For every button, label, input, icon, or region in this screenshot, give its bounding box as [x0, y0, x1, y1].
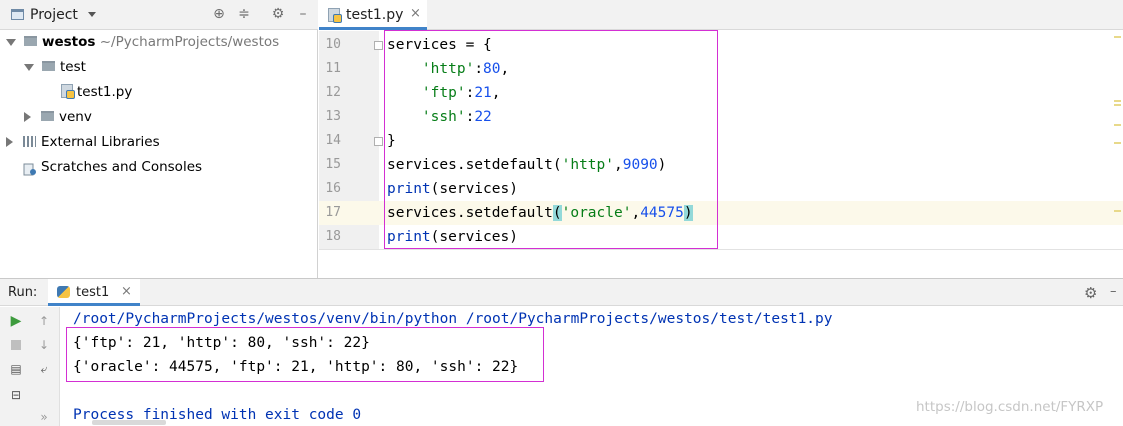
tree-item-label: venv [59, 109, 92, 125]
more-icon[interactable]: » [34, 407, 54, 426]
chevron-down-icon[interactable] [88, 12, 96, 17]
fold-icon[interactable] [374, 137, 383, 146]
folder-icon [42, 61, 55, 71]
gear-icon[interactable]: ⚙ [1084, 284, 1097, 302]
pin-icon[interactable]: ⊟ [6, 385, 26, 405]
line-number: 10 [325, 37, 341, 52]
editor-tab-bar: test1.py × [319, 0, 1123, 30]
expand-icon[interactable] [24, 112, 31, 122]
run-tab-test1[interactable]: test1 × [48, 279, 140, 306]
tree-item-label: test1.py [77, 84, 133, 100]
line-number: 12 [325, 85, 341, 100]
run-header: Run: test1 × ⚙ – [0, 279, 1123, 306]
tree-item-scratches[interactable]: Scratches and Consoles [23, 155, 202, 180]
line-number: 13 [325, 109, 341, 124]
run-label: Run: [8, 285, 38, 300]
gear-icon[interactable]: ⚙ [270, 6, 286, 22]
project-view-selector[interactable]: Project [30, 7, 78, 23]
crosshair-icon[interactable]: ⊕ [211, 6, 227, 22]
folder-icon [24, 36, 37, 46]
stop-icon[interactable] [6, 335, 26, 355]
editor-bottom-border [319, 249, 1123, 250]
line-number: 18 [325, 229, 341, 244]
minimize-icon[interactable]: – [1110, 284, 1117, 299]
horizontal-scrollbar[interactable] [92, 420, 166, 425]
folder-icon [11, 9, 24, 20]
project-header: Project ⊕ ≑ ⚙ – [0, 0, 318, 30]
python-file-icon [328, 8, 342, 23]
run-toolbar: ▶ ↑ ↓ ▤ ⤶ ⊟ » [0, 307, 60, 426]
line-number: 17 [325, 205, 341, 220]
folder-icon [41, 111, 54, 121]
wrap-icon[interactable]: ⤶ [34, 359, 54, 379]
minimize-icon[interactable]: – [295, 6, 311, 22]
run-tab-label: test1 [76, 285, 110, 300]
tree-item-westos[interactable]: westos ~/PycharmProjects/westos [6, 30, 279, 55]
down-arrow-icon[interactable]: ↓ [34, 335, 54, 355]
close-icon[interactable]: × [121, 284, 132, 299]
python-file-icon [61, 84, 75, 99]
tree-item-label: test [60, 59, 86, 75]
close-icon[interactable]: × [410, 6, 421, 21]
line-number: 11 [325, 61, 341, 76]
tree-item-external-libraries[interactable]: External Libraries [6, 130, 160, 155]
up-arrow-icon[interactable]: ↑ [34, 311, 54, 331]
scratches-icon [23, 160, 36, 175]
tree-item-label: External Libraries [41, 134, 160, 150]
tree-item-venv[interactable]: venv [24, 105, 92, 130]
tab-label: test1.py [346, 7, 404, 23]
tree-item-label: westos [42, 34, 96, 50]
fold-icon[interactable] [374, 41, 383, 50]
python-icon [57, 286, 70, 298]
layout-icon[interactable]: ▤ [6, 359, 26, 379]
tree-item-test[interactable]: test [24, 55, 86, 80]
expand-icon[interactable] [6, 137, 13, 147]
tab-test1-py[interactable]: test1.py × [319, 0, 427, 30]
tree-item-label: Scratches and Consoles [41, 159, 203, 175]
line-number: 15 [325, 157, 341, 172]
line-number: 16 [325, 181, 341, 196]
output-highlight-box [66, 327, 544, 382]
run-icon[interactable]: ▶ [6, 311, 26, 331]
tree-item-path: ~/PycharmProjects/westos [99, 34, 280, 50]
expand-icon[interactable] [6, 38, 16, 46]
project-panel: Project ⊕ ≑ ⚙ – westos ~/PycharmProjects… [0, 0, 318, 278]
expand-icon[interactable] [24, 63, 34, 71]
library-icon [23, 135, 36, 147]
collapse-icon[interactable]: ≑ [236, 6, 252, 22]
code-highlight-box [384, 30, 718, 249]
line-number: 14 [325, 133, 341, 148]
tree-item-test1-py[interactable]: test1.py [61, 80, 132, 105]
watermark: https://blog.csdn.net/FYRXP [916, 399, 1104, 415]
